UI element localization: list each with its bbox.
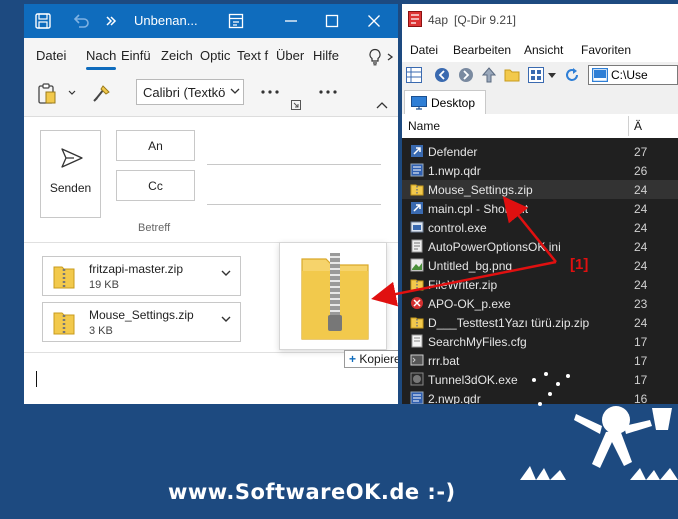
drag-arrow-to-source <box>502 196 557 263</box>
watermark: www.SoftwareOK.de :-) <box>168 480 456 504</box>
step-label: [1] <box>570 256 589 273</box>
drag-arrow-to-outlook <box>371 260 557 307</box>
mascot-illustration <box>520 372 678 480</box>
